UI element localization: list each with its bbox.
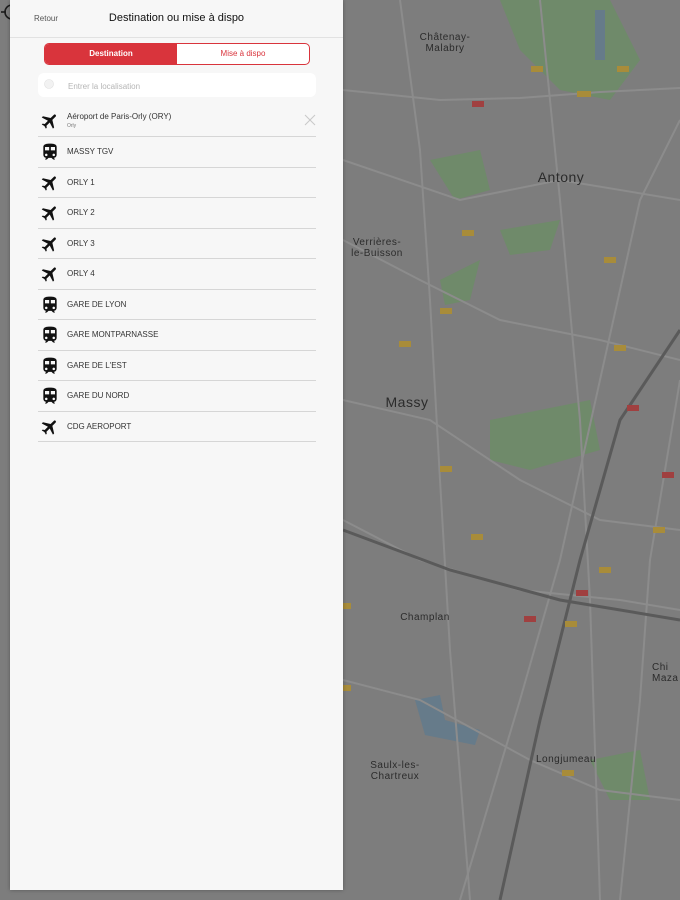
- airplane-icon: [40, 417, 60, 437]
- location-name: GARE DE L'EST: [67, 360, 127, 370]
- location-item[interactable]: MASSY TGV: [38, 137, 316, 168]
- location-name: GARE MONTPARNASSE: [67, 330, 159, 339]
- map-label-verrieres: Verrières- le-Buisson: [351, 237, 403, 259]
- location-search-input[interactable]: [66, 77, 310, 95]
- location-name: ORLY 4: [67, 269, 95, 278]
- airplane-icon: [40, 264, 60, 284]
- page-title: Destination ou mise à dispo: [108, 12, 245, 24]
- location-item[interactable]: Aéroport de Paris-Orly (ORY) Orly: [38, 106, 316, 137]
- map-label-saulx: Saulx-les- Chartreux: [370, 760, 420, 782]
- location-name: ORLY 1: [67, 177, 95, 187]
- train-icon: [40, 325, 60, 345]
- location-name: GARE DE LYON: [67, 299, 127, 309]
- location-name: CDG AEROPORT: [67, 421, 132, 431]
- search-icon: [44, 79, 54, 89]
- location-subtitle: Orly: [67, 123, 77, 129]
- tab-destination[interactable]: Destination: [45, 44, 177, 64]
- location-item[interactable]: ORLY 4: [38, 259, 316, 290]
- train-icon: [40, 295, 60, 315]
- location-item[interactable]: GARE DE L'EST: [38, 351, 316, 381]
- airplane-icon: [40, 173, 60, 193]
- mode-segmented-control: Destination Mise à dispo: [44, 43, 310, 65]
- location-item[interactable]: ORLY 2: [38, 198, 316, 229]
- location-name: ORLY 2: [67, 208, 95, 217]
- map-label-champlan: Champlan: [400, 612, 450, 623]
- location-item[interactable]: ORLY 3: [38, 229, 316, 259]
- clear-selection-icon[interactable]: [304, 114, 316, 126]
- map-label-massy: Massy: [385, 394, 429, 410]
- tab-mise-a-dispo[interactable]: Mise à dispo: [177, 44, 309, 64]
- location-item[interactable]: GARE MONTPARNASSE: [38, 320, 316, 351]
- airplane-icon: [40, 203, 60, 223]
- airplane-icon: [40, 234, 60, 254]
- train-icon: [40, 386, 60, 406]
- airplane-icon: [40, 111, 60, 131]
- map-label-chatenay: Châtenay- Malabry: [419, 32, 471, 54]
- location-name: Aéroport de Paris-Orly (ORY): [67, 112, 172, 121]
- search-bar: [38, 73, 316, 97]
- destination-panel: Retour Destination ou mise à dispo Desti…: [10, 0, 343, 890]
- location-item[interactable]: CDG AEROPORT: [38, 412, 316, 442]
- location-name: GARE DU NORD: [67, 391, 130, 400]
- map-label-longjumeau: Longjumeau: [535, 754, 597, 765]
- panel-header: Retour Destination ou mise à dispo: [10, 0, 343, 38]
- location-list: Aéroport de Paris-Orly (ORY) Orly MASSY T…: [38, 106, 316, 442]
- map-label-chilly: Chi Maza: [652, 662, 679, 684]
- map-label-antony: Antony: [537, 169, 585, 185]
- location-name: ORLY 3: [67, 238, 95, 248]
- location-item[interactable]: GARE DE LYON: [38, 290, 316, 320]
- location-item[interactable]: ORLY 1: [38, 168, 316, 198]
- location-item[interactable]: GARE DU NORD: [38, 381, 316, 412]
- train-icon: [40, 356, 60, 376]
- location-name: MASSY TGV: [67, 147, 114, 156]
- train-icon: [40, 142, 60, 162]
